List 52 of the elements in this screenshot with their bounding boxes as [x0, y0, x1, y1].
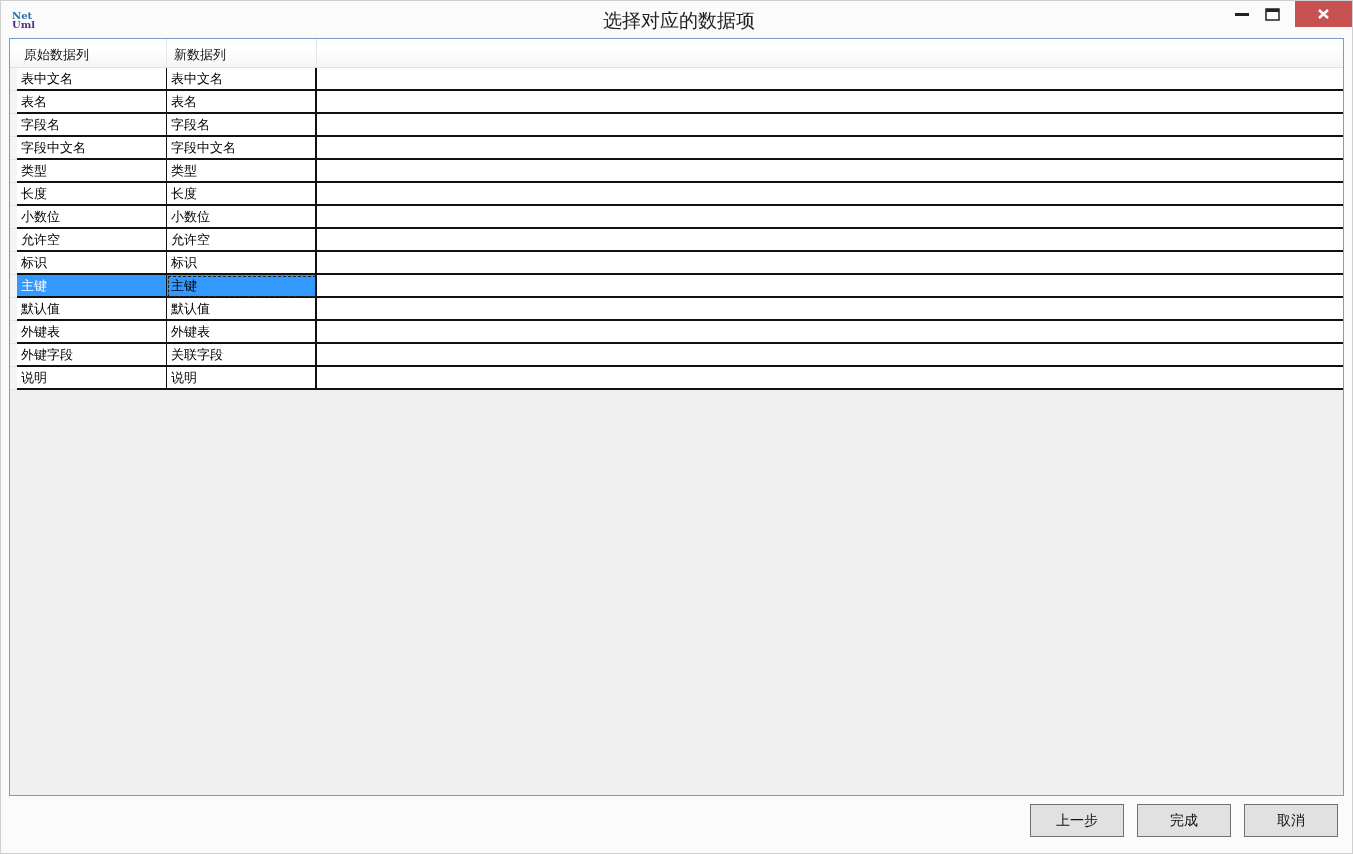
table-cell[interactable]: 表名 — [167, 91, 317, 114]
table-cell[interactable]: 允许空 — [17, 229, 167, 252]
row-header[interactable] — [10, 321, 17, 344]
close-button[interactable] — [1295, 1, 1352, 27]
table-cell[interactable]: 外键表 — [17, 321, 167, 344]
table-cell[interactable]: 关联字段 — [167, 344, 317, 367]
row-header[interactable] — [10, 367, 17, 390]
row-header[interactable] — [10, 344, 17, 367]
row-header[interactable] — [10, 91, 17, 114]
close-icon — [1318, 9, 1329, 19]
dialog-button[interactable]: 取消 — [1244, 804, 1338, 837]
table-cell[interactable]: 字段中文名 — [17, 137, 167, 160]
table-cell[interactable]: 主键 — [167, 275, 317, 298]
dialog-button[interactable]: 完成 — [1137, 804, 1231, 837]
table-cell[interactable]: 允许空 — [167, 229, 317, 252]
table-cell[interactable]: 字段名 — [17, 114, 167, 137]
row-header[interactable] — [10, 183, 17, 206]
table-cell[interactable]: 默认值 — [167, 298, 317, 321]
table-cell[interactable]: 标识 — [167, 252, 317, 275]
dialog-button[interactable]: 上一步 — [1030, 804, 1124, 837]
table-cell[interactable]: 小数位 — [17, 206, 167, 229]
table-cell[interactable]: 长度 — [17, 183, 167, 206]
table-cell[interactable]: 说明 — [167, 367, 317, 390]
table-cell[interactable]: 字段中文名 — [167, 137, 317, 160]
table-cell[interactable]: 字段名 — [167, 114, 317, 137]
table-cell[interactable]: 表中文名 — [167, 68, 317, 91]
row-header[interactable] — [10, 160, 17, 183]
table-cell[interactable]: 外键字段 — [17, 344, 167, 367]
row-header[interactable] — [10, 275, 17, 298]
table-cell[interactable]: 表中文名 — [17, 68, 167, 91]
table-cell[interactable]: 表名 — [17, 91, 167, 114]
column-header[interactable]: 原始数据列 — [17, 39, 167, 67]
row-header[interactable] — [10, 137, 17, 160]
table-cell[interactable]: 默认值 — [17, 298, 167, 321]
row-header[interactable] — [10, 114, 17, 137]
row-header[interactable] — [10, 68, 17, 91]
row-header[interactable] — [10, 298, 17, 321]
row-header[interactable] — [10, 229, 17, 252]
table-cell[interactable]: 外键表 — [167, 321, 317, 344]
minimize-icon — [1235, 13, 1249, 16]
app-logo: Net Uml — [12, 10, 36, 29]
table-cell[interactable]: 说明 — [17, 367, 167, 390]
row-header[interactable] — [10, 206, 17, 229]
table-cell[interactable]: 类型 — [167, 160, 317, 183]
row-header[interactable] — [10, 252, 17, 275]
table-cell[interactable]: 长度 — [167, 183, 317, 206]
table-cell[interactable]: 类型 — [17, 160, 167, 183]
window-title: 选择对应的数据项 — [602, 9, 755, 33]
maximize-icon — [1264, 8, 1280, 21]
column-header[interactable]: 新数据列 — [167, 39, 317, 67]
table-cell[interactable]: 标识 — [17, 252, 167, 275]
table-cell[interactable]: 小数位 — [167, 206, 317, 229]
